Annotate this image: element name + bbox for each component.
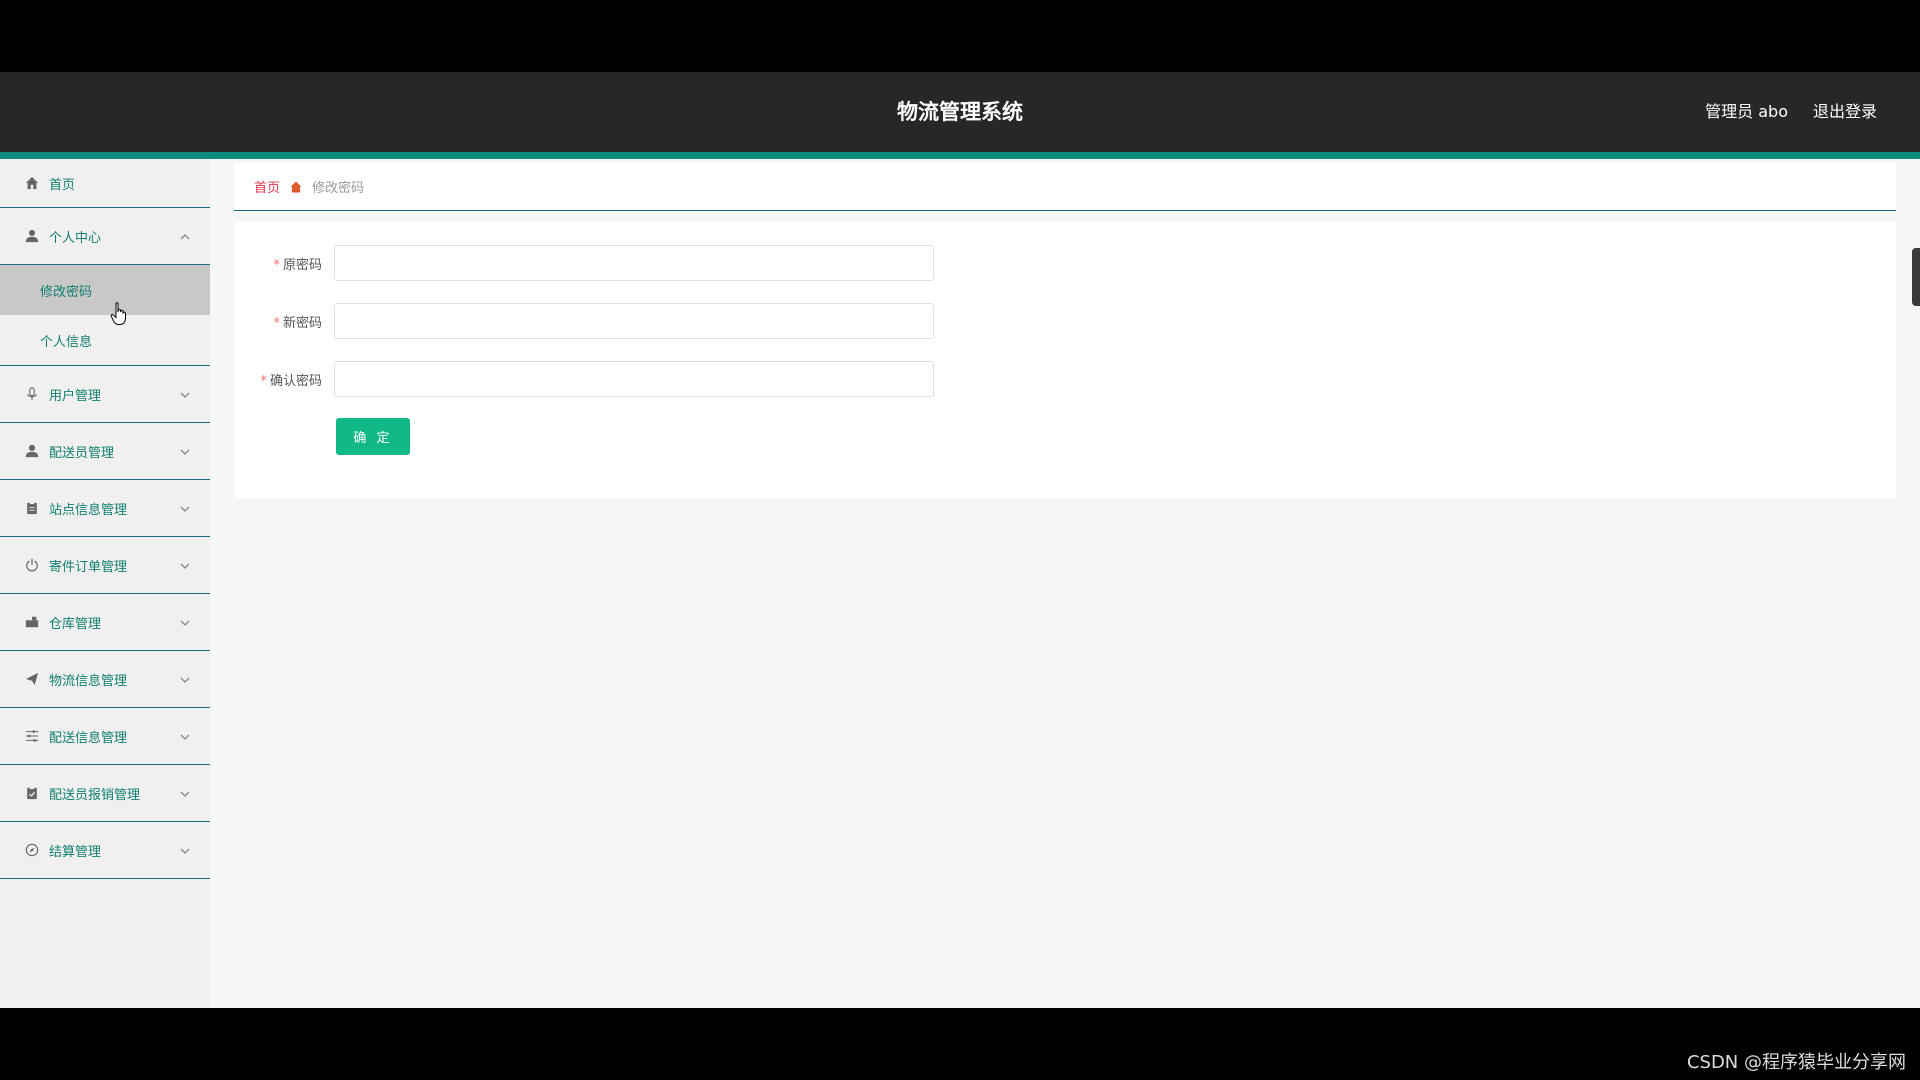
sidebar-item-label: 结算管理	[49, 844, 102, 860]
sidebar-item-label: 首页	[49, 177, 76, 193]
microphone-icon	[25, 387, 39, 401]
sidebar-item-logistics-management[interactable]: 物流信息管理	[0, 651, 210, 708]
clipboard-icon	[25, 501, 39, 515]
new-password-label-text: 新密码	[282, 315, 322, 331]
sidebar-item-home[interactable]: 首页	[0, 159, 210, 208]
sidebar: 首页 个人中心 修改密码 个人信息 用户管理 配送员管理 站点信息管理 寄件订单…	[0, 159, 210, 1008]
watermark: CSDN @程序猿毕业分享网	[1686, 1052, 1906, 1073]
sidebar-item-label: 个人中心	[49, 230, 102, 246]
chevron-down-icon	[180, 788, 190, 798]
breadcrumb-home-link[interactable]: 首页	[254, 177, 280, 196]
home-icon	[25, 176, 39, 190]
new-password-label: * 新密码	[234, 312, 334, 331]
submenu-personal-center: 修改密码 个人信息	[0, 265, 210, 366]
chevron-down-icon	[180, 674, 190, 684]
current-user-label: 管理员 abo	[1705, 102, 1788, 121]
send-icon	[25, 672, 39, 686]
chevron-down-icon	[180, 731, 190, 741]
sidebar-item-settlement-management[interactable]: 结算管理	[0, 822, 210, 879]
user-icon	[25, 229, 39, 243]
sidebar-item-label: 寄件订单管理	[49, 559, 128, 575]
sidebar-item-order-management[interactable]: 寄件订单管理	[0, 537, 210, 594]
sidebar-subitem-personal-info[interactable]: 个人信息	[0, 315, 210, 365]
old-password-label: * 原密码	[234, 254, 334, 273]
old-password-label-text: 原密码	[282, 257, 322, 273]
sidebar-item-label: 配送员管理	[49, 445, 115, 461]
chevron-down-icon	[180, 560, 190, 570]
side-drawer-handle[interactable]	[1912, 248, 1920, 306]
required-mark: *	[260, 373, 267, 389]
breadcrumb-current: 修改密码	[312, 181, 365, 196]
user-icon	[25, 444, 39, 458]
sidebar-item-courier-management[interactable]: 配送员管理	[0, 423, 210, 480]
sidebar-item-reimbursement-management[interactable]: 配送员报销管理	[0, 765, 210, 822]
chevron-down-icon	[180, 446, 190, 456]
form-row-new-password: * 新密码	[234, 303, 934, 339]
confirm-button[interactable]: 确 定	[336, 418, 410, 455]
sidebar-item-station-management[interactable]: 站点信息管理	[0, 480, 210, 537]
power-icon	[25, 558, 39, 572]
sidebar-item-user-management[interactable]: 用户管理	[0, 366, 210, 423]
accent-bar	[0, 152, 1920, 159]
change-password-form: * 原密码 * 新密码 * 确认密码 确 定	[234, 221, 1896, 499]
chevron-down-icon	[180, 503, 190, 513]
sidebar-subitem-change-password[interactable]: 修改密码	[0, 265, 210, 315]
sidebar-item-label: 用户管理	[49, 388, 102, 404]
home-icon	[290, 181, 302, 193]
sidebar-item-label: 配送员报销管理	[49, 787, 141, 803]
form-row-confirm-password: * 确认密码	[234, 361, 934, 397]
required-mark: *	[273, 315, 280, 331]
old-password-input[interactable]	[334, 245, 934, 281]
sliders-icon	[25, 729, 39, 743]
top-navbar: 物流管理系统 管理员 abo 退出登录	[0, 72, 1920, 152]
screen: 物流管理系统 管理员 abo 退出登录 首页 个人中心 修改密码 个人信息 用户…	[0, 0, 1920, 1080]
sidebar-item-warehouse-management[interactable]: 仓库管理	[0, 594, 210, 651]
chevron-down-icon	[180, 617, 190, 627]
confirm-password-label: * 确认密码	[234, 370, 334, 389]
app-title: 物流管理系统	[897, 100, 1023, 124]
truck-icon	[25, 615, 39, 629]
compass-icon	[25, 843, 39, 857]
sidebar-item-label: 站点信息管理	[49, 502, 128, 518]
chevron-down-icon	[180, 389, 190, 399]
sidebar-item-label: 仓库管理	[49, 616, 102, 632]
form-row-old-password: * 原密码	[234, 245, 934, 281]
required-mark: *	[273, 257, 280, 273]
confirm-password-label-text: 确认密码	[269, 373, 322, 389]
chevron-down-icon	[180, 845, 190, 855]
sidebar-item-label: 物流信息管理	[49, 673, 128, 689]
confirm-password-input[interactable]	[334, 361, 934, 397]
new-password-input[interactable]	[334, 303, 934, 339]
sidebar-item-label: 配送信息管理	[49, 730, 128, 746]
main-content: 首页 修改密码 * 原密码 * 新密码 * 确认密码 确 定	[210, 159, 1920, 1008]
clipboard-check-icon	[25, 786, 39, 800]
logout-link[interactable]: 退出登录	[1813, 72, 1877, 152]
breadcrumb: 首页 修改密码	[234, 163, 1896, 211]
sidebar-item-delivery-management[interactable]: 配送信息管理	[0, 708, 210, 765]
hand-cursor-icon	[110, 302, 128, 326]
sidebar-item-personal-center[interactable]: 个人中心	[0, 208, 210, 265]
chevron-up-icon	[180, 231, 190, 241]
